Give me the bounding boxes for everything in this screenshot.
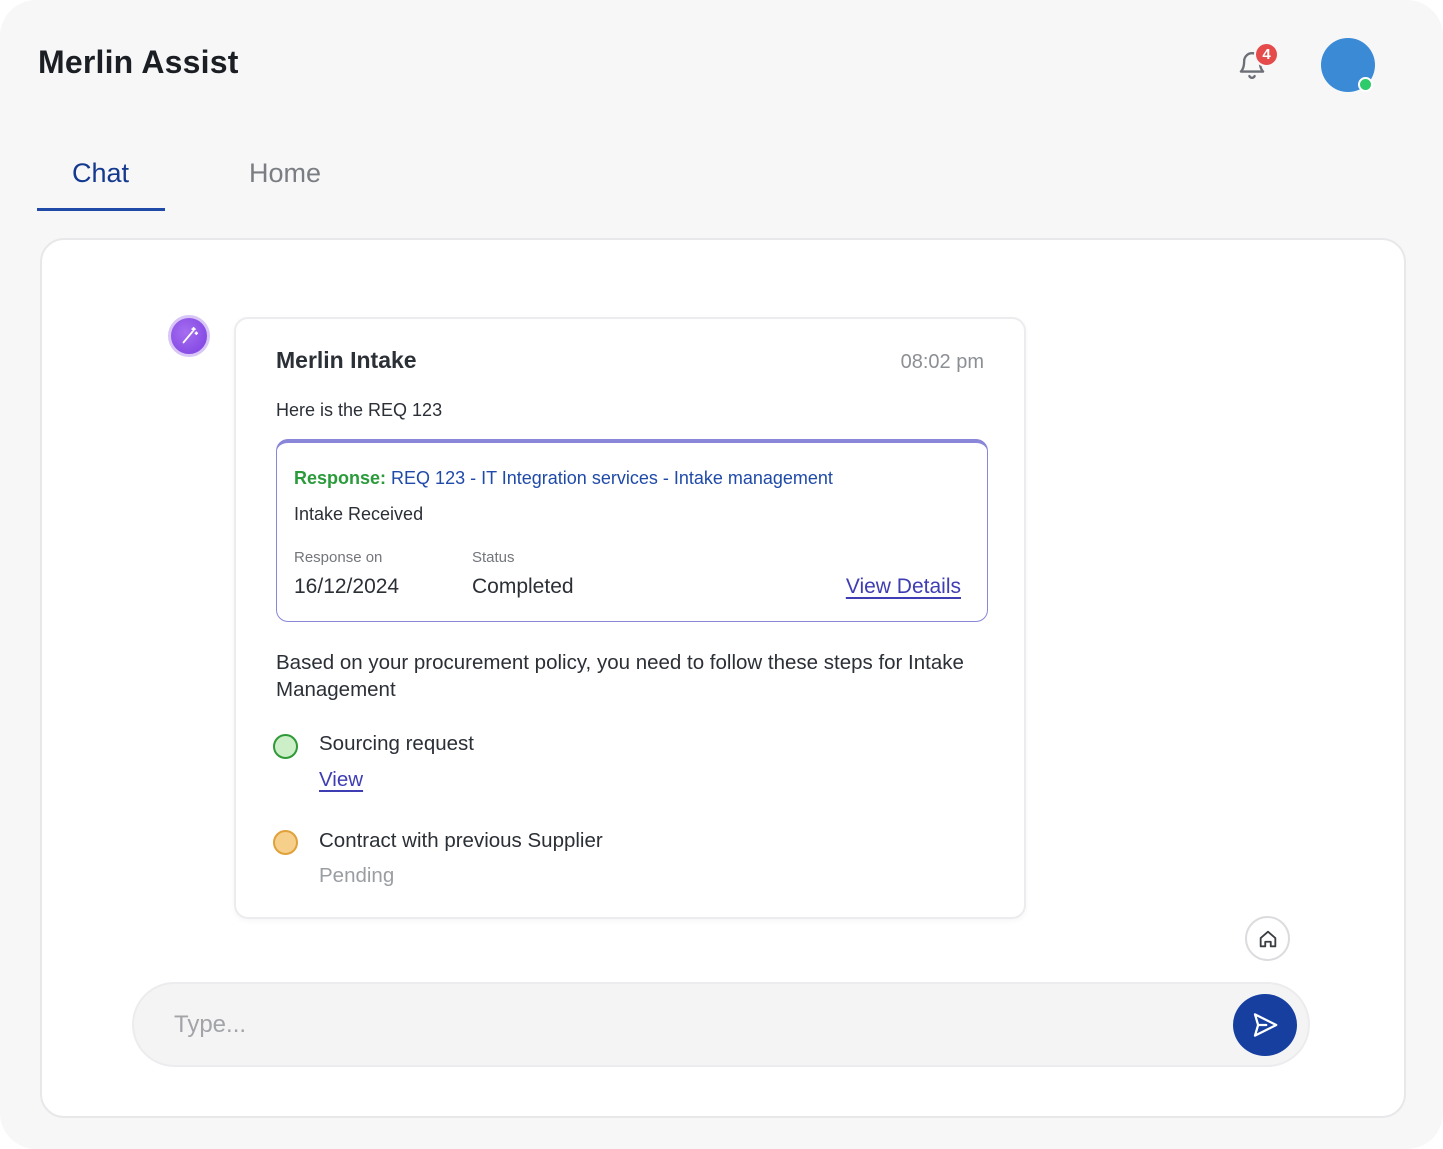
home-icon (1259, 930, 1276, 947)
step-done-indicator (273, 734, 298, 759)
response-card: Response: REQ 123 - IT Integration servi… (276, 439, 988, 622)
app-title: Merlin Assist (38, 44, 239, 80)
message-input[interactable] (174, 1004, 1214, 1046)
step-pending-indicator (273, 830, 298, 855)
step-title: Contract with previous Supplier (319, 829, 603, 852)
response-on-label: Response on (294, 549, 383, 566)
message-sender: Merlin Intake (276, 347, 417, 373)
response-heading: Response: REQ 123 - IT Integration servi… (294, 468, 833, 489)
magic-wand-icon (182, 326, 199, 344)
message-time: 08:02 pm (900, 351, 984, 373)
send-icon (1253, 1013, 1278, 1037)
policy-text: Based on your procurement policy, you ne… (276, 651, 964, 701)
home-button[interactable] (1245, 916, 1290, 961)
step-status: Pending (319, 864, 395, 887)
status-label: Status (472, 549, 515, 566)
notifications-button[interactable]: 4 (1230, 42, 1282, 88)
message-card: Merlin Intake 08:02 pm Here is the REQ 1… (234, 317, 1026, 919)
status-value: Completed (472, 575, 574, 598)
view-details-link[interactable]: View Details (846, 575, 961, 599)
response-subtitle: Intake Received (294, 504, 424, 524)
notification-badge: 4 (1254, 42, 1279, 67)
response-prefix: Response: (294, 468, 387, 488)
online-status-dot (1358, 77, 1373, 92)
response-on-value: 16/12/2024 (294, 575, 400, 598)
send-button[interactable] (1233, 994, 1297, 1056)
step-title: Sourcing request (319, 732, 474, 755)
bot-avatar (168, 315, 210, 357)
message-intro: Here is the REQ 123 (276, 400, 443, 420)
message-composer (132, 982, 1310, 1067)
response-title: REQ 123 - IT Integration services - Inta… (391, 468, 833, 488)
tab-chat[interactable]: Chat (72, 158, 129, 189)
app-window: Merlin Assist 4 Chat Home Merlin Intake … (0, 0, 1443, 1149)
active-tab-indicator (37, 208, 165, 211)
step-view-link[interactable]: View (319, 768, 363, 792)
tab-home[interactable]: Home (249, 158, 321, 189)
